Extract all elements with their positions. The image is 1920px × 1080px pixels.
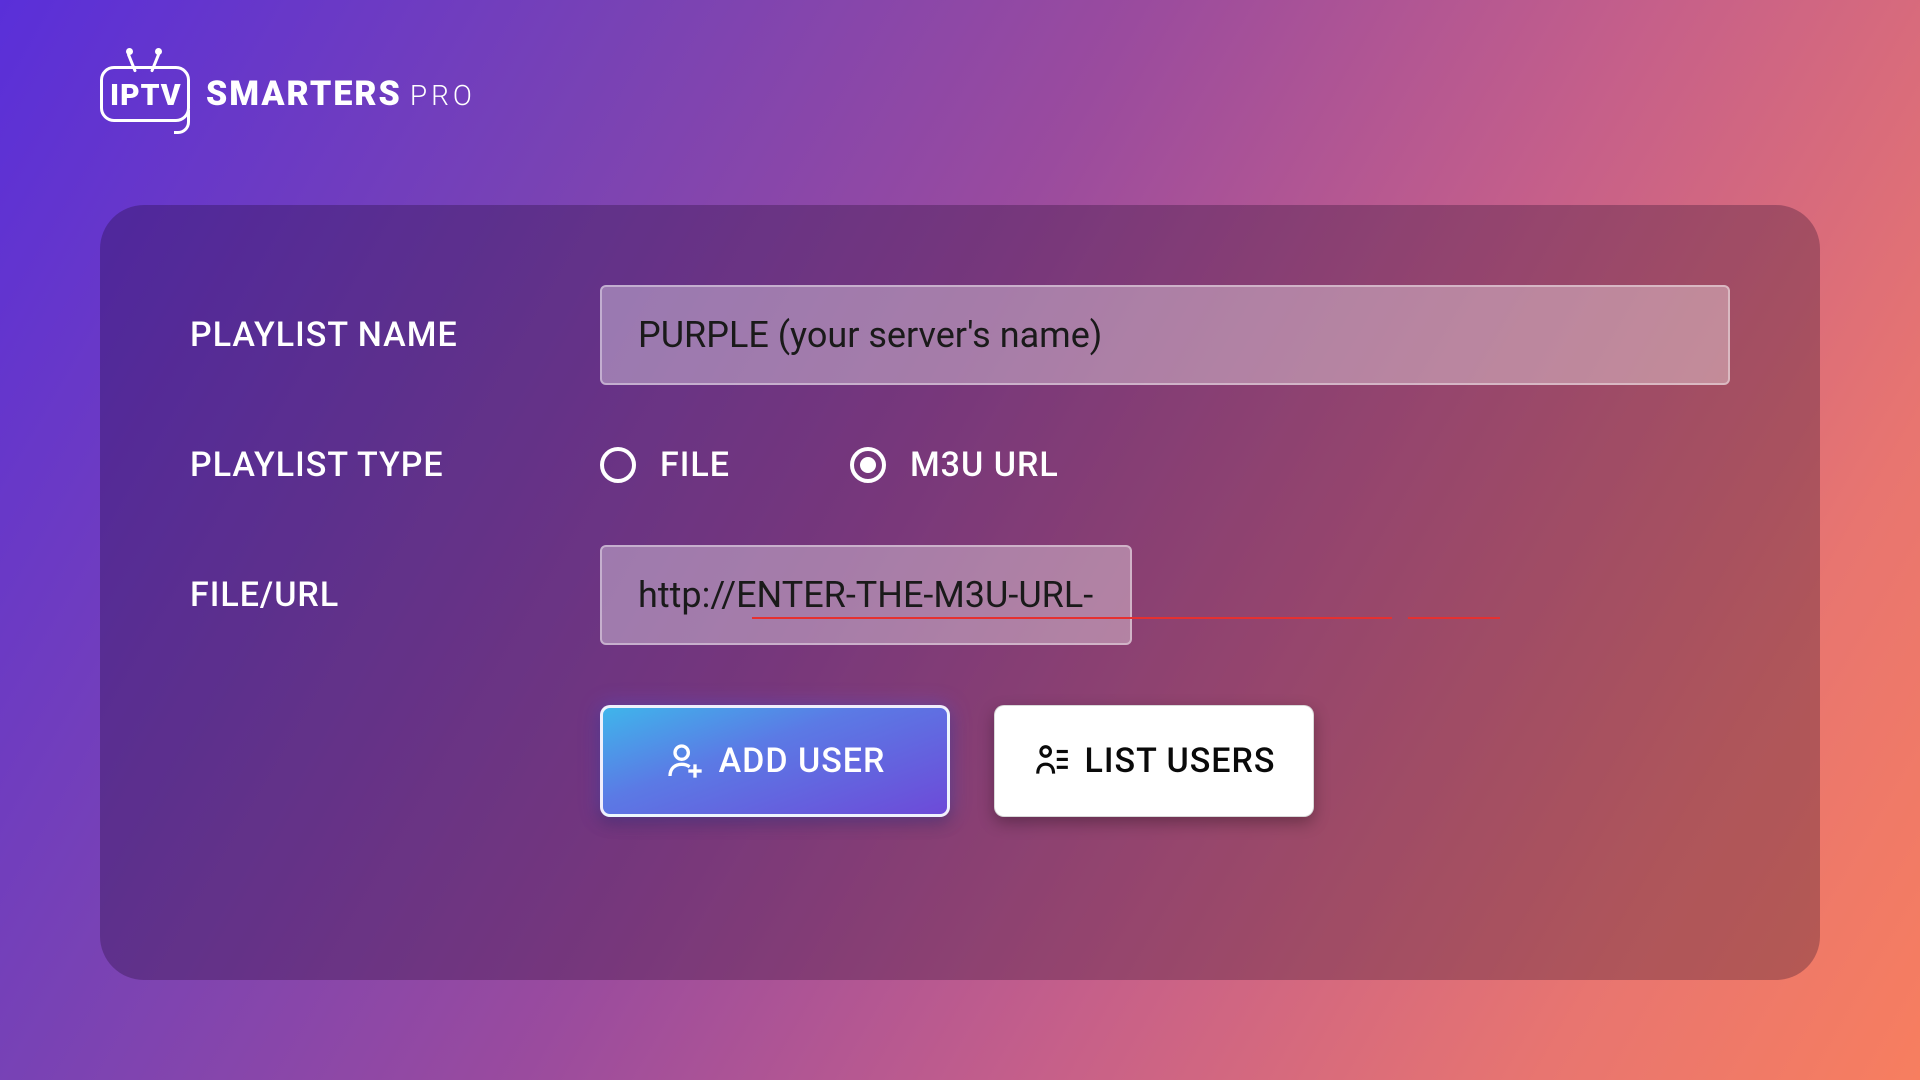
app-logo: IPTV SMARTERS PRO: [100, 50, 476, 122]
add-user-button[interactable]: ADD USER: [600, 705, 950, 817]
add-user-icon: [665, 741, 705, 781]
tv-icon: IPTV: [100, 50, 190, 122]
playlist-name-label: PLAYLIST NAME: [190, 315, 600, 355]
spellcheck-underline: [752, 617, 1392, 619]
playlist-type-radio-group: FILE M3U URL: [600, 445, 1059, 485]
playlist-type-row: PLAYLIST TYPE FILE M3U URL: [190, 445, 1730, 485]
button-row: ADD USER LIST USERS: [600, 705, 1730, 817]
playlist-name-row: PLAYLIST NAME: [190, 285, 1730, 385]
add-user-label: ADD USER: [719, 741, 886, 781]
radio-circle-icon: [600, 447, 636, 483]
logo-smarters-text: SMARTERS: [206, 74, 402, 114]
spellcheck-underline: [1408, 617, 1500, 619]
playlist-type-label: PLAYLIST TYPE: [190, 445, 600, 485]
radio-option-file[interactable]: FILE: [600, 445, 730, 485]
radio-circle-selected-icon: [850, 447, 886, 483]
radio-option-m3u[interactable]: M3U URL: [850, 445, 1059, 485]
list-users-icon: [1033, 742, 1071, 780]
logo-pro-text: PRO: [410, 79, 476, 112]
list-users-label: LIST USERS: [1085, 741, 1276, 781]
file-url-row: FILE/URL: [190, 545, 1730, 645]
logo-iptv-text: IPTV: [110, 78, 182, 113]
radio-m3u-label: M3U URL: [910, 445, 1059, 485]
file-url-input[interactable]: [600, 545, 1132, 645]
list-users-button[interactable]: LIST USERS: [994, 705, 1314, 817]
playlist-name-input[interactable]: [600, 285, 1730, 385]
radio-file-label: FILE: [660, 445, 730, 485]
file-url-label: FILE/URL: [190, 575, 600, 615]
form-panel: PLAYLIST NAME PLAYLIST TYPE FILE M3U URL…: [100, 205, 1820, 980]
